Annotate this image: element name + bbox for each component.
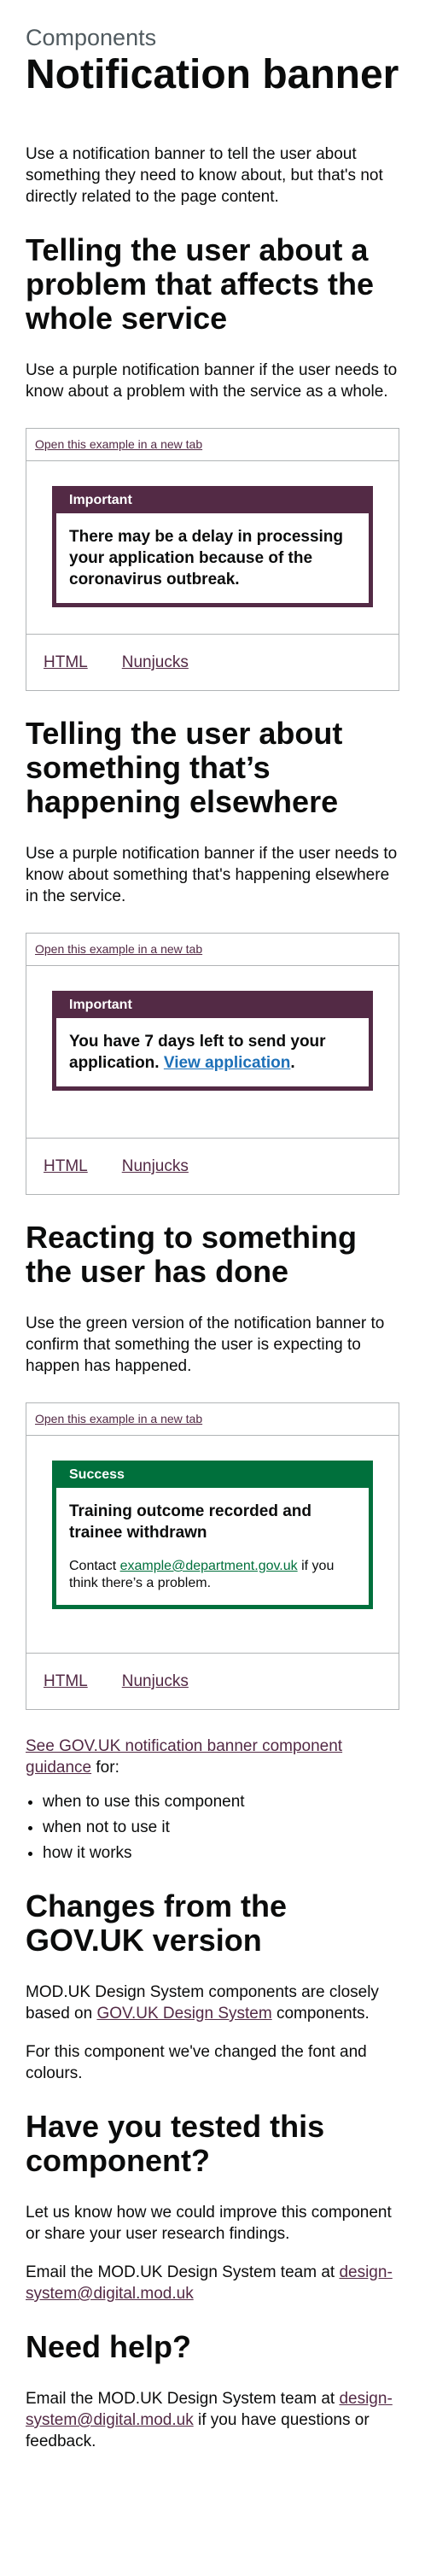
banner-content: There may be a delay in processing your … — [56, 513, 369, 603]
tab-html[interactable]: HTML — [44, 1157, 88, 1175]
section-description-elsewhere: Use a purple notification banner if the … — [26, 845, 398, 905]
help-paragraph: Email the MOD.UK Design System team at d… — [26, 2388, 399, 2452]
banner-body: Contact example@department.gov.uk if you… — [69, 1558, 356, 1592]
banner-heading: Training outcome recorded and trainee wi… — [69, 1502, 311, 1542]
example-header: Open this example in a new tab — [26, 429, 399, 461]
example-user-action: Open this example in a new tab Success T… — [26, 1402, 399, 1710]
example-preview: Success Training outcome recorded and tr… — [26, 1436, 399, 1654]
example-code-tabs: HTML Nunjucks — [26, 1139, 399, 1194]
section-heading-user-action: Reacting to something the user has done — [26, 1220, 358, 1289]
example-elsewhere: Open this example in a new tab Important… — [26, 933, 399, 1195]
tested-email-paragraph: Email the MOD.UK Design System team at d… — [26, 2262, 399, 2304]
open-example-link[interactable]: Open this example in a new tab — [35, 1412, 202, 1426]
banner-heading: There may be a delay in processing your … — [69, 528, 344, 588]
section-description-user-action: Use the green version of the notificatio… — [26, 1314, 385, 1375]
banner-title: Important — [69, 493, 132, 507]
tab-nunjucks[interactable]: Nunjucks — [122, 653, 189, 671]
tab-nunjucks[interactable]: Nunjucks — [122, 1157, 189, 1175]
guidance-suffix: for: — [96, 1759, 119, 1777]
help-prefix: Email the MOD.UK Design System team at — [26, 2390, 335, 2408]
page-caption: Components — [26, 25, 157, 50]
tab-html[interactable]: HTML — [44, 1672, 88, 1690]
view-application-link[interactable]: View application — [164, 1054, 291, 1072]
govuk-guidance-link[interactable]: See GOV.UK notification banner component… — [26, 1737, 342, 1777]
example-code-tabs: HTML Nunjucks — [26, 635, 399, 690]
tested-heading: Have you tested this component? — [26, 2109, 325, 2178]
example-header: Open this example in a new tab — [26, 934, 399, 966]
banner-title: Success — [69, 1467, 125, 1482]
example-preview: Important There may be a delay in proces… — [26, 461, 399, 635]
section-heading-elsewhere: Telling the user about something that’s … — [26, 716, 343, 819]
example-code-tabs: HTML Nunjucks — [26, 1654, 399, 1709]
tab-html[interactable]: HTML — [44, 653, 88, 671]
banner-title: Important — [69, 998, 132, 1012]
open-example-link[interactable]: Open this example in a new tab — [35, 942, 202, 956]
open-example-link[interactable]: Open this example in a new tab — [35, 437, 202, 451]
notification-banner-important: Important You have 7 days left to send y… — [52, 991, 373, 1091]
notification-banner-important: Important There may be a delay in proces… — [52, 486, 373, 607]
tab-nunjucks[interactable]: Nunjucks — [122, 1672, 189, 1690]
govuk-design-system-link[interactable]: GOV.UK Design System — [96, 2005, 271, 2023]
page: Components Notification banner Use a not… — [0, 0, 425, 2452]
tested-email-prefix: Email the MOD.UK Design System team at — [26, 2263, 335, 2281]
guidance-list: when to use this component when not to u… — [26, 1791, 399, 1864]
banner-heading: You have 7 days left to send your applic… — [69, 1033, 326, 1072]
guidance-text: See GOV.UK notification banner component… — [26, 1736, 399, 1778]
list-item: when not to use it — [43, 1817, 399, 1838]
list-item: how it works — [43, 1842, 399, 1864]
changes-paragraph: MOD.UK Design System components are clos… — [26, 1982, 399, 2024]
contact-email-link[interactable]: example@department.gov.uk — [120, 1559, 298, 1573]
example-header: Open this example in a new tab — [26, 1403, 399, 1436]
banner-content: You have 7 days left to send your applic… — [56, 1018, 369, 1086]
section-heading-service-problem: Telling the user about a problem that af… — [26, 232, 375, 336]
notification-banner-success: Success Training outcome recorded and tr… — [52, 1461, 373, 1609]
section-description-service-problem: Use a purple notification banner if the … — [26, 361, 398, 401]
example-service-problem: Open this example in a new tab Important… — [26, 428, 399, 691]
changes-suffix: components. — [276, 2005, 370, 2023]
page-title: Notification banner — [26, 52, 399, 97]
example-preview: Important You have 7 days left to send y… — [26, 966, 399, 1139]
intro-text: Use a notification banner to tell the us… — [26, 145, 383, 206]
list-item: when to use this component — [43, 1791, 399, 1812]
tested-paragraph: Let us know how we could improve this co… — [26, 2204, 392, 2243]
banner-body-prefix: Contact — [69, 1559, 117, 1573]
banner-content: Training outcome recorded and trainee wi… — [56, 1488, 369, 1605]
changes-heading: Changes from the GOV.UK version — [26, 1888, 288, 1958]
changes-font-colours: For this component we've changed the fon… — [26, 2043, 367, 2082]
help-heading: Need help? — [26, 2329, 192, 2364]
